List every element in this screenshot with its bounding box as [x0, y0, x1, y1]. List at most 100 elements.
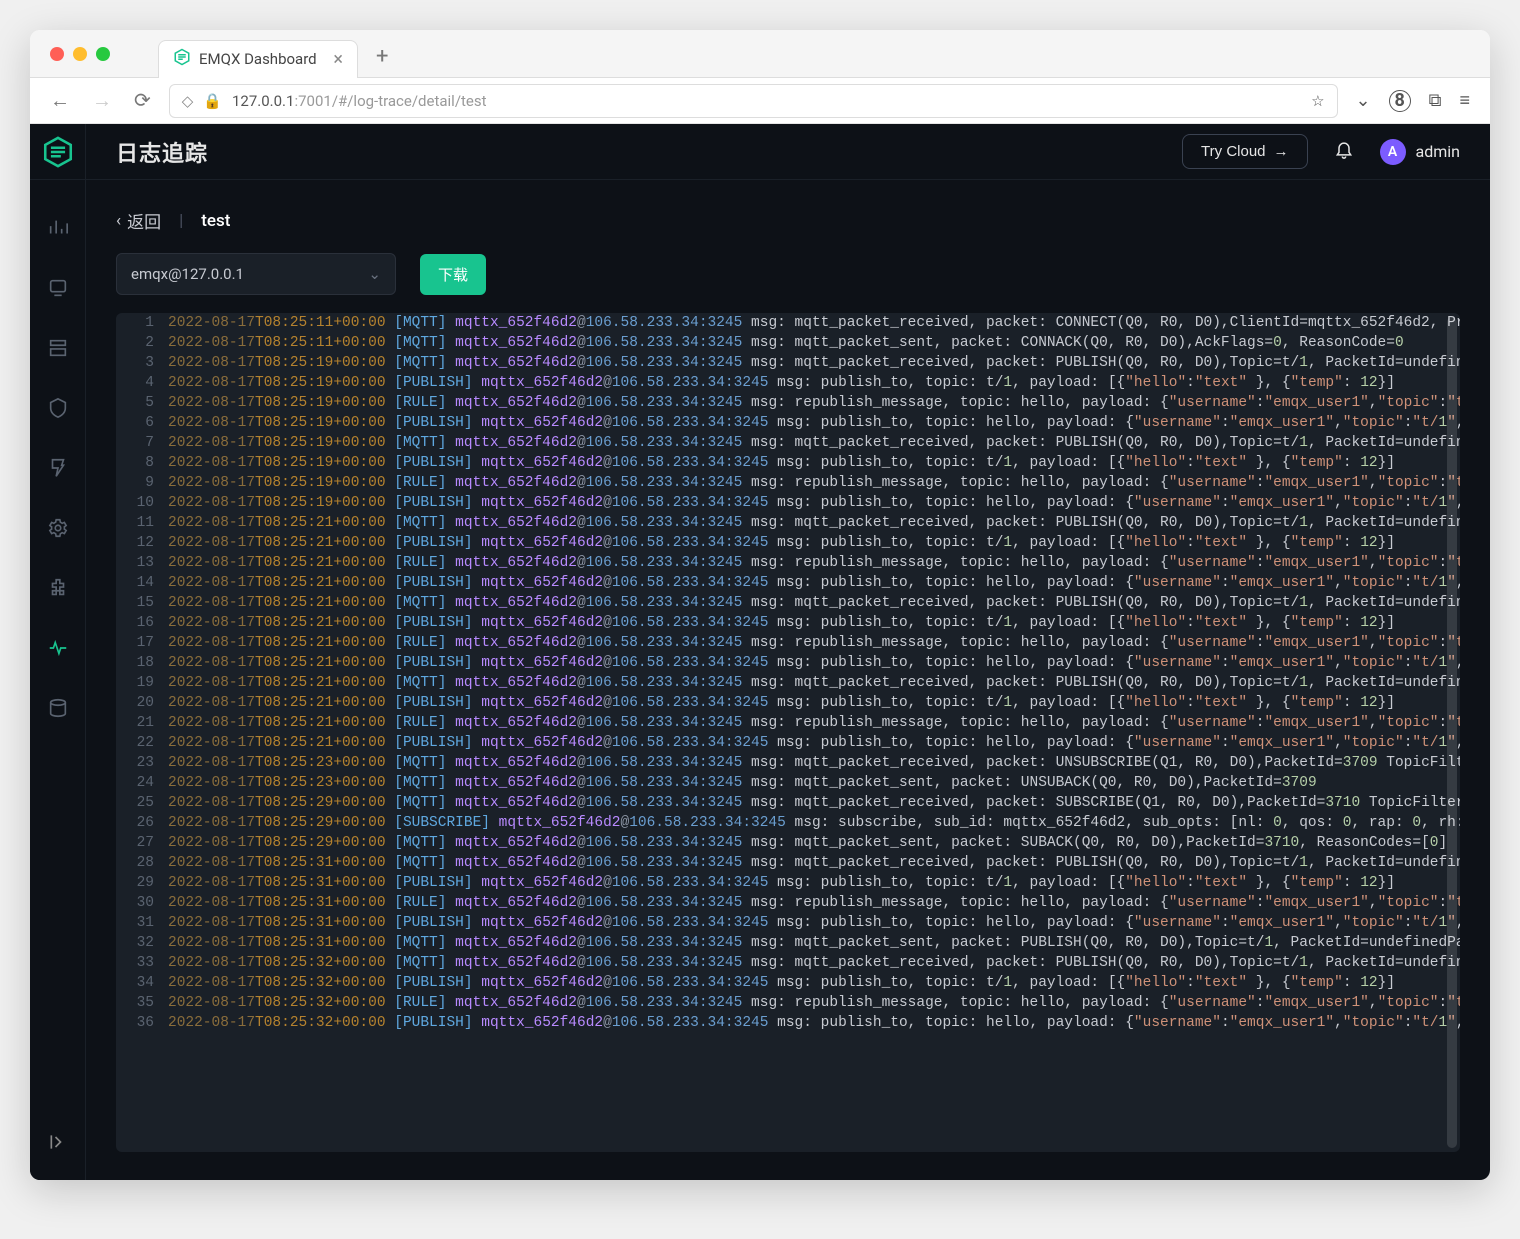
line-number: 26 [116, 813, 168, 833]
url-port: :7001 [294, 92, 331, 110]
line-number: 35 [116, 993, 168, 1013]
log-line: 92022-08-17T08:25:19+00:00 [RULE] mqttx_… [116, 473, 1460, 493]
forward-button[interactable]: → [92, 88, 112, 113]
log-line: 152022-08-17T08:25:21+00:00 [MQTT] mqttx… [116, 593, 1460, 613]
log-content: 2022-08-17T08:25:21+00:00 [PUBLISH] mqtt… [168, 733, 1460, 753]
content: ‹ 返回 | test emqx@127.0.0.1 ⌄ 下载 12022-08… [86, 180, 1490, 1180]
close-window-button[interactable] [50, 47, 64, 61]
log-content: 2022-08-17T08:25:19+00:00 [PUBLISH] mqtt… [168, 373, 1460, 393]
line-number: 16 [116, 613, 168, 633]
line-number: 8 [116, 453, 168, 473]
log-content: 2022-08-17T08:25:21+00:00 [PUBLISH] mqtt… [168, 693, 1460, 713]
line-number: 2 [116, 333, 168, 353]
line-number: 32 [116, 933, 168, 953]
download-button[interactable]: 下载 [420, 254, 486, 295]
log-content: 2022-08-17T08:25:32+00:00 [PUBLISH] mqtt… [168, 1013, 1460, 1033]
sidebar-item-auth[interactable] [30, 378, 86, 438]
log-content: 2022-08-17T08:25:32+00:00 [MQTT] mqttx_6… [168, 953, 1460, 973]
sidebar-item-connections[interactable] [30, 258, 86, 318]
shield-icon: ◇ [182, 92, 194, 110]
username-label: admin [1416, 142, 1460, 161]
log-content: 2022-08-17T08:25:21+00:00 [MQTT] mqttx_6… [168, 593, 1460, 613]
log-content: 2022-08-17T08:25:31+00:00 [MQTT] mqttx_6… [168, 853, 1460, 873]
url-path: /#/log-trace/detail/test [332, 92, 487, 110]
log-line: 32022-08-17T08:25:19+00:00 [MQTT] mqttx_… [116, 353, 1460, 373]
address-bar[interactable]: ◇ 🔒 127.0.0.1:7001/#/log-trace/detail/te… [169, 84, 1338, 118]
line-number: 4 [116, 373, 168, 393]
extensions-icon[interactable]: ⧉ [1429, 90, 1442, 111]
new-tab-button[interactable]: + [366, 44, 398, 69]
line-number: 14 [116, 573, 168, 593]
log-content: 2022-08-17T08:25:21+00:00 [PUBLISH] mqtt… [168, 533, 1460, 553]
log-line: 222022-08-17T08:25:21+00:00 [PUBLISH] mq… [116, 733, 1460, 753]
line-number: 15 [116, 593, 168, 613]
log-content: 2022-08-17T08:25:32+00:00 [PUBLISH] mqtt… [168, 973, 1460, 993]
node-select[interactable]: emqx@127.0.0.1 ⌄ [116, 253, 396, 295]
line-number: 9 [116, 473, 168, 493]
browser-tab[interactable]: EMQX Dashboard × [158, 40, 358, 78]
breadcrumb-back[interactable]: ‹ 返回 [116, 208, 161, 233]
log-content: 2022-08-17T08:25:21+00:00 [RULE] mqttx_6… [168, 553, 1460, 573]
menu-icon[interactable]: ≡ [1459, 90, 1470, 111]
log-line: 332022-08-17T08:25:32+00:00 [MQTT] mqttx… [116, 953, 1460, 973]
line-number: 23 [116, 753, 168, 773]
app-logo[interactable] [30, 124, 86, 180]
scrollbar-vertical[interactable] [1447, 317, 1457, 1148]
line-number: 17 [116, 633, 168, 653]
sidebar-expand-toggle[interactable] [30, 1112, 86, 1172]
app-topbar: 日志追踪 Try Cloud → A admin [86, 124, 1490, 180]
log-line: 162022-08-17T08:25:21+00:00 [PUBLISH] mq… [116, 613, 1460, 633]
sidebar-item-access[interactable] [30, 318, 86, 378]
account-badge[interactable]: 8 [1389, 90, 1411, 112]
line-number: 34 [116, 973, 168, 993]
line-number: 30 [116, 893, 168, 913]
log-content: 2022-08-17T08:25:11+00:00 [MQTT] mqttx_6… [168, 333, 1460, 353]
log-line: 262022-08-17T08:25:29+00:00 [SUBSCRIBE] … [116, 813, 1460, 833]
log-content: 2022-08-17T08:25:21+00:00 [RULE] mqttx_6… [168, 633, 1460, 653]
sidebar-item-rules[interactable] [30, 438, 86, 498]
user-menu[interactable]: A admin [1380, 139, 1460, 165]
log-line: 52022-08-17T08:25:19+00:00 [RULE] mqttx_… [116, 393, 1460, 413]
url-host: 127.0.0.1 [232, 92, 294, 110]
sidebar-item-monitor[interactable] [30, 198, 86, 258]
sidebar-item-settings[interactable] [30, 498, 86, 558]
log-content: 2022-08-17T08:25:11+00:00 [MQTT] mqttx_6… [168, 313, 1460, 333]
traffic-lights [50, 47, 110, 61]
app-root: 日志追踪 Try Cloud → A admin [30, 124, 1490, 1180]
log-line: 72022-08-17T08:25:19+00:00 [MQTT] mqttx_… [116, 433, 1460, 453]
browser-window: EMQX Dashboard × + ← → ⟳ ◇ 🔒 127.0.0.1:7… [30, 30, 1490, 1180]
log-content: 2022-08-17T08:25:19+00:00 [MQTT] mqttx_6… [168, 433, 1460, 453]
log-line: 272022-08-17T08:25:29+00:00 [MQTT] mqttx… [116, 833, 1460, 853]
reload-button[interactable]: ⟳ [134, 88, 151, 113]
try-cloud-label: Try Cloud [1201, 143, 1265, 160]
close-tab-icon[interactable]: × [333, 49, 343, 70]
log-content: 2022-08-17T08:25:21+00:00 [RULE] mqttx_6… [168, 713, 1460, 733]
arrow-right-icon: → [1274, 143, 1289, 160]
line-number: 11 [116, 513, 168, 533]
log-content: 2022-08-17T08:25:21+00:00 [PUBLISH] mqtt… [168, 613, 1460, 633]
bookmark-star-icon[interactable]: ☆ [1311, 92, 1324, 110]
tab-favicon-icon [173, 48, 191, 70]
log-viewport[interactable]: 12022-08-17T08:25:11+00:00 [MQTT] mqttx_… [116, 313, 1460, 1152]
line-number: 5 [116, 393, 168, 413]
pocket-icon[interactable]: ⌄ [1356, 90, 1371, 111]
sidebar-item-system[interactable] [30, 678, 86, 738]
log-content: 2022-08-17T08:25:21+00:00 [PUBLISH] mqtt… [168, 653, 1460, 673]
log-content: 2022-08-17T08:25:21+00:00 [PUBLISH] mqtt… [168, 573, 1460, 593]
main-area: 日志追踪 Try Cloud → A admin [86, 124, 1490, 1180]
log-line: 192022-08-17T08:25:21+00:00 [MQTT] mqttx… [116, 673, 1460, 693]
tab-title: EMQX Dashboard [199, 50, 317, 68]
sidebar-item-diagnose[interactable] [30, 618, 86, 678]
log-line: 172022-08-17T08:25:21+00:00 [RULE] mqttx… [116, 633, 1460, 653]
line-number: 29 [116, 873, 168, 893]
lock-icon: 🔒 [203, 92, 222, 110]
sidebar-item-extensions[interactable] [30, 558, 86, 618]
log-content: 2022-08-17T08:25:31+00:00 [RULE] mqttx_6… [168, 893, 1460, 913]
try-cloud-button[interactable]: Try Cloud → [1182, 134, 1307, 169]
bell-icon[interactable] [1334, 139, 1354, 164]
log-content: 2022-08-17T08:25:19+00:00 [RULE] mqttx_6… [168, 473, 1460, 493]
maximize-window-button[interactable] [96, 47, 110, 61]
log-line: 82022-08-17T08:25:19+00:00 [PUBLISH] mqt… [116, 453, 1460, 473]
back-button[interactable]: ← [50, 88, 70, 113]
minimize-window-button[interactable] [73, 47, 87, 61]
